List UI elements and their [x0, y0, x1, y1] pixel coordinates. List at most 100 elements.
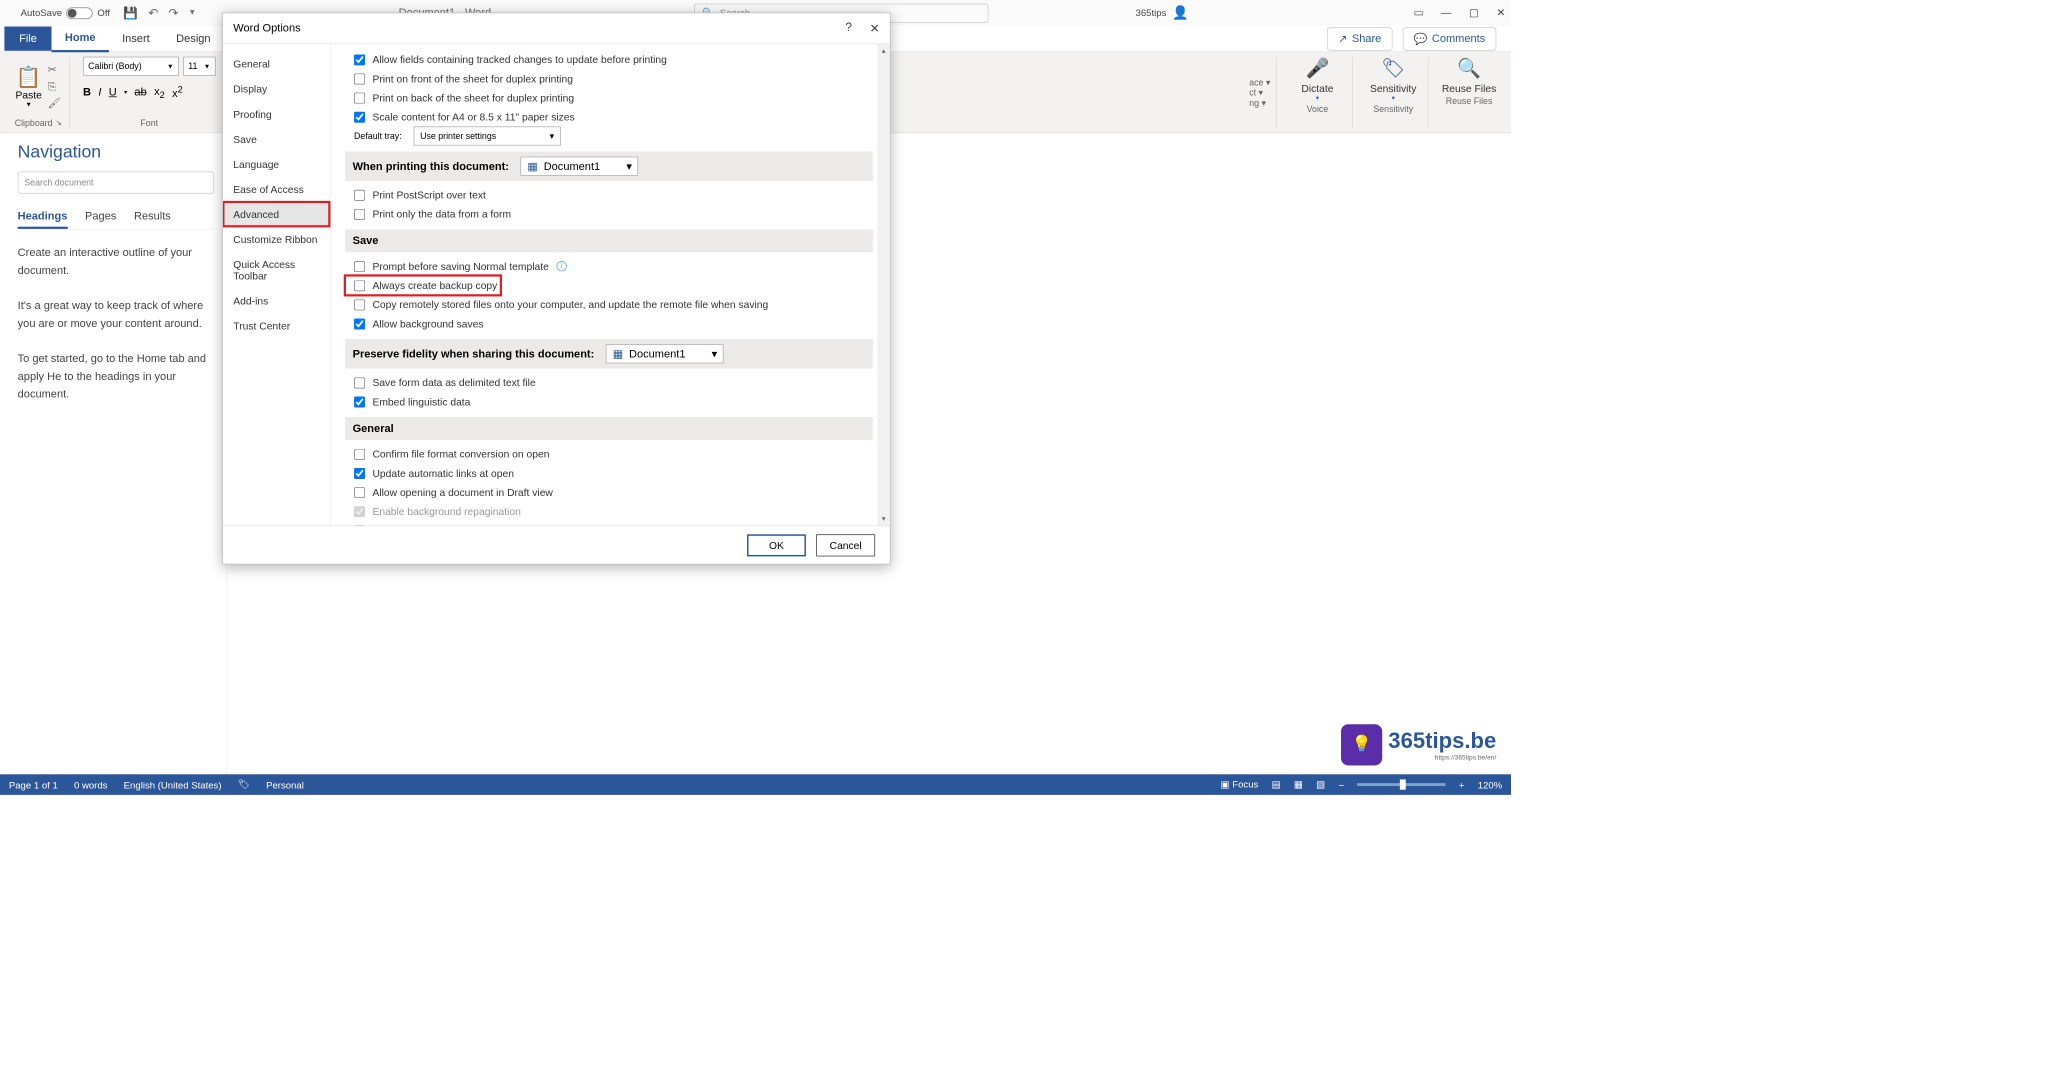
opt-copy-remote[interactable]: Copy remotely stored files onto your com…: [345, 295, 873, 314]
cat-display[interactable]: Display: [223, 77, 330, 102]
cancel-button[interactable]: Cancel: [816, 534, 875, 556]
read-mode-icon[interactable]: ▤: [1272, 779, 1281, 791]
insert-tab[interactable]: Insert: [109, 26, 163, 50]
status-page[interactable]: Page 1 of 1: [9, 779, 58, 790]
opt-confirm-conversion[interactable]: Confirm file format conversion on open: [345, 445, 873, 464]
opt-postscript[interactable]: Print PostScript over text: [345, 185, 873, 204]
cat-add-ins[interactable]: Add-ins: [223, 289, 330, 314]
opt-default-tray: Default tray: Use printer settings▾: [345, 127, 873, 146]
reuse-label: Reuse Files: [1446, 96, 1493, 106]
dictate-dropdown-icon[interactable]: ▾: [1316, 94, 1319, 102]
zoom-out-icon[interactable]: −: [1338, 779, 1344, 790]
opt-allow-fields[interactable]: Allow fields containing tracked changes …: [345, 50, 873, 69]
opt-embed-linguistic[interactable]: Embed linguistic data: [345, 392, 873, 411]
qat-dropdown-icon[interactable]: ▼: [189, 9, 196, 17]
default-tray-dropdown[interactable]: Use printer settings▾: [413, 127, 560, 146]
zoom-level[interactable]: 120%: [1478, 779, 1502, 790]
status-personal[interactable]: Personal: [266, 779, 304, 790]
nav-tabs: Headings Pages Results: [18, 205, 215, 229]
sensitivity-button[interactable]: 🏷 Sensitivity ▾: [1366, 57, 1420, 103]
autosave-toggle[interactable]: AutoSave Off: [21, 7, 110, 19]
opt-always-backup[interactable]: Always create backup copy: [345, 276, 500, 295]
opt-update-auto-links[interactable]: Update automatic links at open: [345, 464, 873, 483]
scroll-up-icon[interactable]: ▴: [877, 44, 890, 57]
close-dialog-icon[interactable]: ✕: [870, 21, 880, 36]
cat-advanced[interactable]: Advanced: [223, 202, 330, 227]
underline-button[interactable]: U: [109, 86, 117, 99]
ok-button[interactable]: OK: [747, 534, 806, 556]
cat-trust-center[interactable]: Trust Center: [223, 314, 330, 339]
cat-ease-of-access[interactable]: Ease of Access: [223, 177, 330, 202]
cut-icon[interactable]: ✂: [48, 63, 61, 76]
cat-proofing[interactable]: Proofing: [223, 102, 330, 127]
info-icon[interactable]: i: [556, 261, 566, 271]
cat-language[interactable]: Language: [223, 152, 330, 177]
design-tab[interactable]: Design: [163, 26, 224, 50]
opt-print-back[interactable]: Print on back of the sheet for duplex pr…: [345, 88, 873, 107]
status-words[interactable]: 0 words: [74, 779, 108, 790]
superscript-button[interactable]: x2: [172, 85, 183, 100]
fidelity-doc-dropdown[interactable]: ▦ Document1 ▾: [606, 344, 724, 363]
file-tab[interactable]: File: [4, 26, 51, 50]
zoom-in-icon[interactable]: +: [1459, 779, 1465, 790]
opt-scale-content[interactable]: Scale content for A4 or 8.5 x 11" paper …: [345, 107, 873, 126]
dictate-button[interactable]: 🎤 Dictate ▾: [1290, 57, 1344, 103]
copy-icon[interactable]: ⎘: [48, 80, 61, 93]
scroll-down-icon[interactable]: ▾: [877, 512, 890, 525]
format-painter-icon[interactable]: 🖌: [48, 97, 61, 110]
opt-print-only-data[interactable]: Print only the data from a form: [345, 205, 873, 224]
undo-icon[interactable]: ↶: [148, 6, 158, 21]
account-button[interactable]: 365tips 👤: [1136, 5, 1189, 20]
italic-button[interactable]: I: [98, 86, 101, 99]
minimize-icon[interactable]: —: [1441, 7, 1451, 20]
tab-results[interactable]: Results: [134, 205, 171, 229]
opt-allow-draft[interactable]: Allow opening a document in Draft view: [345, 483, 873, 502]
tab-pages[interactable]: Pages: [85, 205, 116, 229]
sensitivity-dropdown-icon[interactable]: ▾: [1392, 94, 1395, 102]
reuse-files-button[interactable]: 🔍 Reuse Files: [1442, 57, 1496, 95]
help-icon[interactable]: ?: [845, 21, 852, 36]
opt-bg-saves[interactable]: Allow background saves: [345, 314, 873, 333]
strikethrough-button[interactable]: ab: [134, 86, 146, 99]
bold-button[interactable]: B: [83, 86, 91, 99]
dialog-scrollbar[interactable]: ▴ ▾: [877, 44, 890, 525]
cat-customize-ribbon[interactable]: Customize Ribbon: [223, 227, 330, 252]
save-icon[interactable]: 💾: [123, 6, 138, 21]
nav-help-2: It's a great way to keep track of where …: [18, 297, 215, 332]
print-layout-icon[interactable]: ▦: [1294, 779, 1303, 791]
cat-quick-access-toolbar[interactable]: Quick Access Toolbar: [223, 252, 330, 289]
opt-prompt-normal[interactable]: Prompt before saving Normal templatei: [345, 257, 873, 276]
paste-dropdown-icon[interactable]: ▼: [25, 101, 32, 108]
paste-button[interactable]: 📋 Paste ▼: [16, 65, 42, 108]
quick-access-toolbar: 💾 ↶ ↷ ▼: [123, 6, 196, 21]
opt-save-form-data[interactable]: Save form data as delimited text file: [345, 373, 873, 392]
comments-button[interactable]: 💬 Comments: [1403, 27, 1497, 51]
share-button[interactable]: ↗ Share: [1327, 27, 1392, 51]
tab-headings[interactable]: Headings: [18, 205, 68, 229]
nav-search-input[interactable]: Search document: [18, 171, 215, 193]
close-window-icon[interactable]: ✕: [1496, 7, 1505, 20]
home-tab[interactable]: Home: [52, 25, 109, 51]
ribbon-options-icon[interactable]: ▭: [1414, 7, 1424, 20]
subscript-button[interactable]: x2: [154, 85, 165, 100]
status-language[interactable]: English (United States): [124, 779, 222, 790]
cat-save[interactable]: Save: [223, 127, 330, 152]
redo-icon[interactable]: ↷: [168, 6, 178, 21]
opt-print-front[interactable]: Print on front of the sheet for duplex p…: [345, 69, 873, 88]
printing-doc-dropdown[interactable]: ▦ Document1 ▾: [521, 157, 639, 176]
cat-general[interactable]: General: [223, 52, 330, 77]
slider-thumb[interactable]: [1400, 779, 1406, 789]
opt-show-addins[interactable]: Show add-in user interface errors: [345, 521, 873, 525]
maximize-icon[interactable]: ▢: [1469, 7, 1479, 20]
zoom-slider[interactable]: [1357, 783, 1445, 786]
font-name-dropdown[interactable]: Calibri (Body)▼: [83, 57, 179, 76]
section-general: General: [345, 417, 873, 440]
bulb-icon: 💡: [1351, 735, 1371, 754]
sensitivity-group: 🏷 Sensitivity ▾ Sensitivity: [1359, 57, 1429, 128]
font-size-dropdown[interactable]: 11▼: [183, 57, 215, 76]
dialog-launcher-icon[interactable]: ↘: [55, 119, 61, 127]
toggle-off-icon[interactable]: [67, 7, 93, 19]
focus-button[interactable]: ▣ Focus: [1221, 779, 1259, 791]
web-layout-icon[interactable]: ▧: [1316, 779, 1325, 791]
microphone-icon: 🎤: [1306, 57, 1330, 80]
